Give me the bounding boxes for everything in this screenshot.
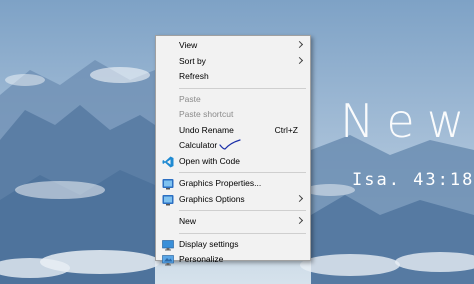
chevron-right-icon	[295, 216, 304, 225]
menu-item-personalize[interactable]: Personalize	[156, 252, 310, 268]
desktop[interactable]: New Isa. 43:18 View Sort by Refresh Past…	[0, 0, 474, 284]
personalize-icon	[162, 255, 174, 266]
menu-item-label: Calculator	[179, 140, 218, 150]
menu-item-label: Refresh	[179, 71, 209, 81]
menu-item-label: View	[179, 40, 198, 50]
menu-item-label: Display settings	[179, 238, 239, 249]
menu-item-display-settings[interactable]: Display settings	[156, 237, 310, 253]
display-icon	[162, 239, 174, 250]
menu-separator	[179, 172, 306, 173]
menu-separator	[179, 210, 306, 211]
menu-item-label: Personalize	[179, 254, 224, 264]
handwritten-checkmark-icon	[219, 139, 241, 150]
menu-item-open-with-code[interactable]: Open with Code	[156, 154, 310, 170]
menu-item-label: Graphics Properties...	[179, 178, 262, 188]
intel-graphics-icon	[162, 194, 174, 205]
desktop-context-menu: View Sort by Refresh Paste Paste shortcu…	[155, 35, 311, 266]
menu-item-label: Paste shortcut	[179, 109, 234, 119]
menu-item-sort-by[interactable]: Sort by	[156, 54, 310, 70]
menu-separator	[179, 232, 306, 234]
wallpaper-verse: Isa. 43:18	[352, 170, 474, 190]
chevron-right-icon	[295, 56, 304, 64]
vscode-icon	[162, 156, 174, 167]
menu-separator	[179, 87, 306, 89]
chevron-right-icon	[295, 40, 304, 49]
menu-item-paste[interactable]: Paste	[156, 92, 310, 108]
menu-item-label: Paste	[179, 93, 201, 104]
menu-item-graphics-options[interactable]: Graphics Options	[156, 192, 310, 208]
wallpaper-title: New	[340, 94, 474, 148]
menu-item-label: Open with Code	[179, 155, 240, 166]
menu-item-new[interactable]: New	[156, 214, 310, 230]
menu-item-label: Sort by	[179, 55, 206, 66]
menu-item-label: New	[179, 216, 197, 226]
intel-graphics-icon	[162, 179, 174, 190]
menu-item-graphics-properties[interactable]: Graphics Properties...	[156, 176, 310, 192]
menu-item-undo-rename[interactable]: Undo Rename Ctrl+Z	[156, 123, 310, 139]
menu-item-view[interactable]: View	[156, 38, 310, 54]
menu-item-refresh[interactable]: Refresh	[156, 69, 310, 85]
menu-item-label: Graphics Options	[179, 193, 245, 204]
menu-item-label: Undo Rename	[179, 124, 234, 135]
menu-item-paste-shortcut[interactable]: Paste shortcut	[156, 107, 310, 123]
menu-item-shortcut: Ctrl+Z	[274, 124, 298, 135]
chevron-right-icon	[295, 194, 304, 202]
menu-item-calculator[interactable]: Calculator	[156, 138, 310, 154]
